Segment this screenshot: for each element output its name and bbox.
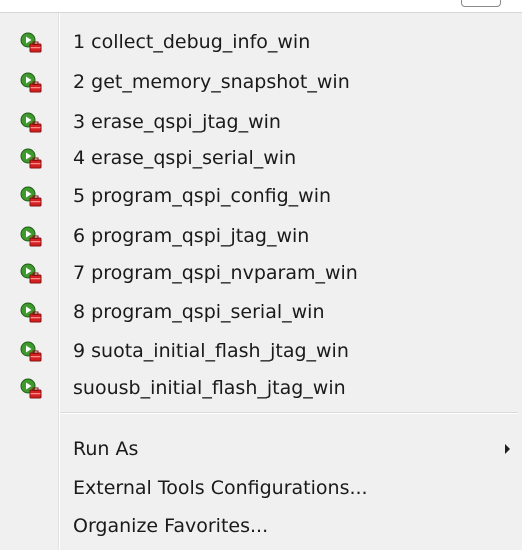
run-external-tool-icon [20,226,46,248]
menu-item-external-tools-configurations[interactable]: External Tools Configurations... [0,468,522,508]
menu-item-label: 9 suota_initial_flash_jtag_win [73,340,349,362]
run-as-label: Run As [73,438,139,460]
menu-item-label: 3 erase_qspi_jtag_win [73,111,281,133]
menu-item-suousb-initial-flash-jtag-win[interactable]: suousb_initial_flash_jtag_win [0,368,522,408]
menu-item-label: 6 program_qspi_jtag_win [73,225,310,247]
run-external-tool-icon [20,378,46,400]
window-top-strip [0,0,522,13]
menu-item-suota-initial-flash-jtag-win[interactable]: 9 suota_initial_flash_jtag_win [0,331,522,371]
external-tools-configurations-label: External Tools Configurations... [73,477,368,499]
menu-item-label: 5 program_qspi_config_win [73,185,332,207]
menu-item-get-memory-snapshot-win[interactable]: 2 get_memory_snapshot_win [0,62,522,102]
submenu-arrow-icon [505,444,510,454]
run-external-tool-icon [20,148,46,170]
organize-favorites-label: Organize Favorites... [73,515,269,537]
menu-item-label: 4 erase_qspi_serial_win [73,147,297,169]
menu-item-program-qspi-jtag-win[interactable]: 6 program_qspi_jtag_win [0,216,522,256]
menu-item-label: 7 program_qspi_nvparam_win [73,262,358,284]
menu-item-run-as[interactable]: Run As [0,429,522,469]
run-external-tool-icon [20,263,46,285]
menu-item-program-qspi-config-win[interactable]: 5 program_qspi_config_win [0,176,522,216]
toolbar-tab-edge [461,0,501,7]
menu-item-program-qspi-nvparam-win[interactable]: 7 program_qspi_nvparam_win [0,253,522,293]
menu-separator-highlight [60,413,518,414]
menu-item-program-qspi-serial-win[interactable]: 8 program_qspi_serial_win [0,292,522,332]
run-external-tool-icon [20,302,46,324]
menu-item-erase-qspi-serial-win[interactable]: 4 erase_qspi_serial_win [0,138,522,178]
run-external-tool-icon [20,341,46,363]
menu-item-label: 2 get_memory_snapshot_win [73,71,350,93]
menu-item-label: 8 program_qspi_serial_win [73,301,325,323]
run-external-tool-icon [20,112,46,134]
menu-item-erase-qspi-jtag-win[interactable]: 3 erase_qspi_jtag_win [0,102,522,142]
external-tools-dropdown-menu: 1 collect_debug_info_win 2 get_memory_sn… [0,13,522,550]
run-external-tool-icon [20,32,46,54]
menu-item-collect-debug-info-win[interactable]: 1 collect_debug_info_win [0,22,522,62]
menu-item-organize-favorites[interactable]: Organize Favorites... [0,506,522,546]
menu-item-label: 1 collect_debug_info_win [73,31,311,53]
menu-item-label: suousb_initial_flash_jtag_win [73,377,346,399]
run-external-tool-icon [20,186,46,208]
run-external-tool-icon [20,72,46,94]
